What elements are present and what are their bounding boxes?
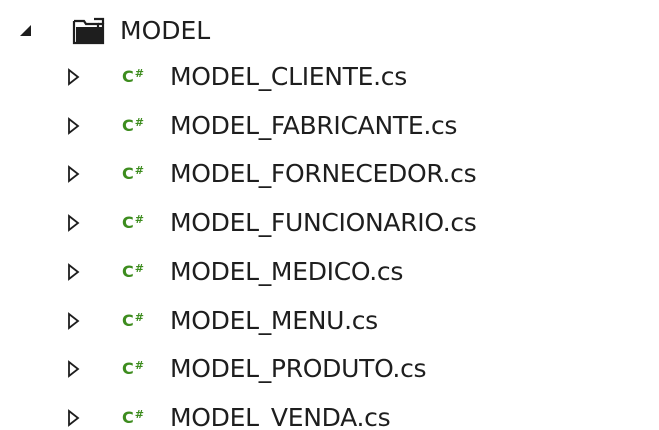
- collapsed-triangle-icon[interactable]: [66, 311, 82, 331]
- collapsed-triangle-icon[interactable]: [66, 164, 82, 184]
- tree-item-model-folder[interactable]: MODEL: [0, 11, 659, 51]
- collapsed-triangle-icon[interactable]: [66, 408, 82, 428]
- csharp-file-icon: C#: [122, 261, 144, 281]
- file-label: MODEL_MENU.cs: [170, 305, 378, 335]
- csharp-file-icon: C#: [122, 407, 144, 427]
- collapsed-triangle-icon[interactable]: [66, 359, 82, 379]
- collapsed-triangle-icon[interactable]: [66, 262, 82, 282]
- file-label: MODEL_PRODUTO.cs: [170, 354, 427, 384]
- solution-explorer-tree: MODEL C# MODEL_CLIENTE.cs C# MODEL_FABRICAN…: [0, 0, 659, 430]
- csharp-file-icon: C#: [122, 310, 144, 330]
- csharp-file-icon: C#: [122, 359, 144, 379]
- csharp-file-icon: C#: [122, 115, 144, 135]
- tree-item-file[interactable]: C# MODEL_FUNCIONARIO.cs: [0, 203, 659, 243]
- tree-item-file[interactable]: C# MODEL_FABRICANTE.cs: [0, 106, 659, 146]
- collapsed-triangle-icon[interactable]: [66, 116, 82, 136]
- file-label: MODEL_FABRICANTE.cs: [170, 110, 458, 140]
- tree-item-file[interactable]: C# MODEL_MENU.cs: [0, 301, 659, 341]
- tree-item-file[interactable]: C# MODEL_CLIENTE.cs: [0, 57, 659, 97]
- tree-item-file[interactable]: C# MODEL_MEDICO.cs: [0, 252, 659, 292]
- file-label: MODEL_FORNECEDOR.cs: [170, 159, 477, 189]
- collapsed-triangle-icon[interactable]: [66, 213, 82, 233]
- file-label: MODEL_CLIENTE.cs: [170, 62, 407, 91]
- csharp-file-icon: C#: [122, 213, 144, 233]
- collapsed-triangle-icon[interactable]: [66, 67, 82, 87]
- folder-open-icon: [72, 17, 105, 45]
- tree-item-file[interactable]: C# MODEL_FORNECEDOR.cs: [0, 154, 659, 194]
- csharp-file-icon: C#: [122, 67, 144, 86]
- folder-label: MODEL: [120, 16, 211, 45]
- file-label: MODEL_FUNCIONARIO.cs: [170, 208, 477, 238]
- tree-item-file[interactable]: C# MODEL_VENDA.cs: [0, 398, 659, 430]
- tree-item-file[interactable]: C# MODEL_PRODUTO.cs: [0, 349, 659, 389]
- file-label: MODEL_VENDA.cs: [170, 402, 391, 430]
- csharp-file-icon: C#: [122, 164, 144, 184]
- expanded-triangle-icon[interactable]: [18, 21, 34, 41]
- file-label: MODEL_MEDICO.cs: [170, 256, 404, 286]
